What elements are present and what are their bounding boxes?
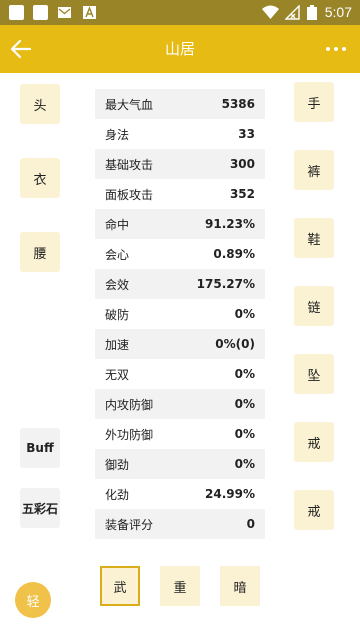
tab-weapon-heavy[interactable]: 重	[160, 566, 200, 606]
arrow-back-icon[interactable]	[8, 37, 34, 61]
stat-row: 面板攻击 352	[95, 179, 265, 209]
stat-value: 0%	[234, 367, 255, 381]
stat-value: 0%	[234, 307, 255, 321]
square-icon	[33, 5, 48, 20]
stat-row: 最大气血 5386	[95, 89, 265, 119]
light-weapon-fab[interactable]: 轻	[15, 582, 51, 618]
tab-weapon-hidden[interactable]: 暗	[220, 566, 260, 606]
stat-value: 5386	[221, 97, 255, 111]
stat-label: 御劲	[105, 457, 130, 472]
gem-stone-button[interactable]: 五彩石	[20, 488, 60, 528]
stat-row: 化劲 24.99%	[95, 479, 265, 509]
stat-row: 无双 0%	[95, 359, 265, 389]
stat-label: 内攻防御	[105, 397, 154, 412]
equip-slot-clothes[interactable]: 衣	[20, 158, 60, 198]
stat-label: 基础攻击	[105, 157, 154, 172]
stat-row: 身法 33	[95, 119, 265, 149]
equip-slot-hands[interactable]: 手	[294, 82, 334, 122]
square-icon	[9, 5, 24, 20]
stat-label: 加速	[105, 337, 130, 352]
stats-table: 最大气血 5386 身法 33 基础攻击 300 面板攻击 352 命中 91.23% 会…	[95, 89, 265, 539]
stat-row: 基础攻击 300	[95, 149, 265, 179]
stat-value: 0%	[234, 457, 255, 471]
equip-slot-ring-1[interactable]: 戒	[294, 422, 334, 462]
app-bar: 山居	[0, 25, 360, 73]
stat-label: 最大气血	[105, 97, 154, 112]
stat-row: 会效 175.27%	[95, 269, 265, 299]
stat-label: 装备评分	[105, 517, 154, 532]
stat-value: 0%(0)	[215, 337, 255, 351]
stat-row: 装备评分 0	[95, 509, 265, 539]
stat-value: 33	[238, 127, 255, 141]
stat-row: 御劲 0%	[95, 449, 265, 479]
battery-icon	[307, 5, 317, 20]
equip-slot-head[interactable]: 头	[20, 84, 60, 124]
equip-slot-waist[interactable]: 腰	[20, 232, 60, 272]
status-time: 5:07	[324, 4, 352, 20]
equip-slot-ring-2[interactable]: 戒	[294, 490, 334, 530]
wifi-icon	[262, 5, 279, 19]
a-icon	[83, 6, 96, 19]
stat-value: 24.99%	[205, 487, 255, 501]
stat-value: 300	[229, 157, 255, 171]
equip-slot-pants[interactable]: 裤	[294, 150, 334, 190]
more-dots-icon[interactable]	[324, 39, 348, 59]
stat-value: 0%	[234, 427, 255, 441]
page-title: 山居	[164, 40, 195, 58]
stat-row: 破防 0%	[95, 299, 265, 329]
stat-label: 破防	[105, 307, 130, 322]
stat-label: 外功防御	[105, 427, 154, 442]
stat-value: 0%	[234, 397, 255, 411]
stat-value: 0	[246, 517, 255, 531]
status-bar: 5:07	[0, 0, 360, 25]
stat-row: 命中 91.23%	[95, 209, 265, 239]
buff-button[interactable]: Buff	[20, 428, 60, 468]
stat-value: 91.23%	[205, 217, 255, 231]
stat-row: 外功防御 0%	[95, 419, 265, 449]
mail-icon	[58, 7, 71, 18]
stat-label: 会心	[105, 247, 130, 262]
stat-label: 化劲	[105, 487, 130, 502]
equip-slot-shoes[interactable]: 鞋	[294, 218, 334, 258]
stat-label: 身法	[105, 127, 130, 142]
stat-label: 面板攻击	[105, 187, 154, 202]
equip-slot-pendant[interactable]: 坠	[294, 354, 334, 394]
stat-value: 352	[229, 187, 255, 201]
stat-value: 175.27%	[196, 277, 255, 291]
stat-row: 内攻防御 0%	[95, 389, 265, 419]
stat-value: 0.89%	[213, 247, 255, 261]
stat-row: 会心 0.89%	[95, 239, 265, 269]
stat-label: 会效	[105, 277, 130, 292]
equip-slot-necklace[interactable]: 链	[294, 286, 334, 326]
stat-label: 命中	[105, 217, 130, 232]
tab-weapon-primary[interactable]: 武	[100, 566, 140, 606]
no-signal-icon	[285, 5, 300, 20]
stat-row: 加速 0%(0)	[95, 329, 265, 359]
stat-label: 无双	[105, 367, 130, 382]
